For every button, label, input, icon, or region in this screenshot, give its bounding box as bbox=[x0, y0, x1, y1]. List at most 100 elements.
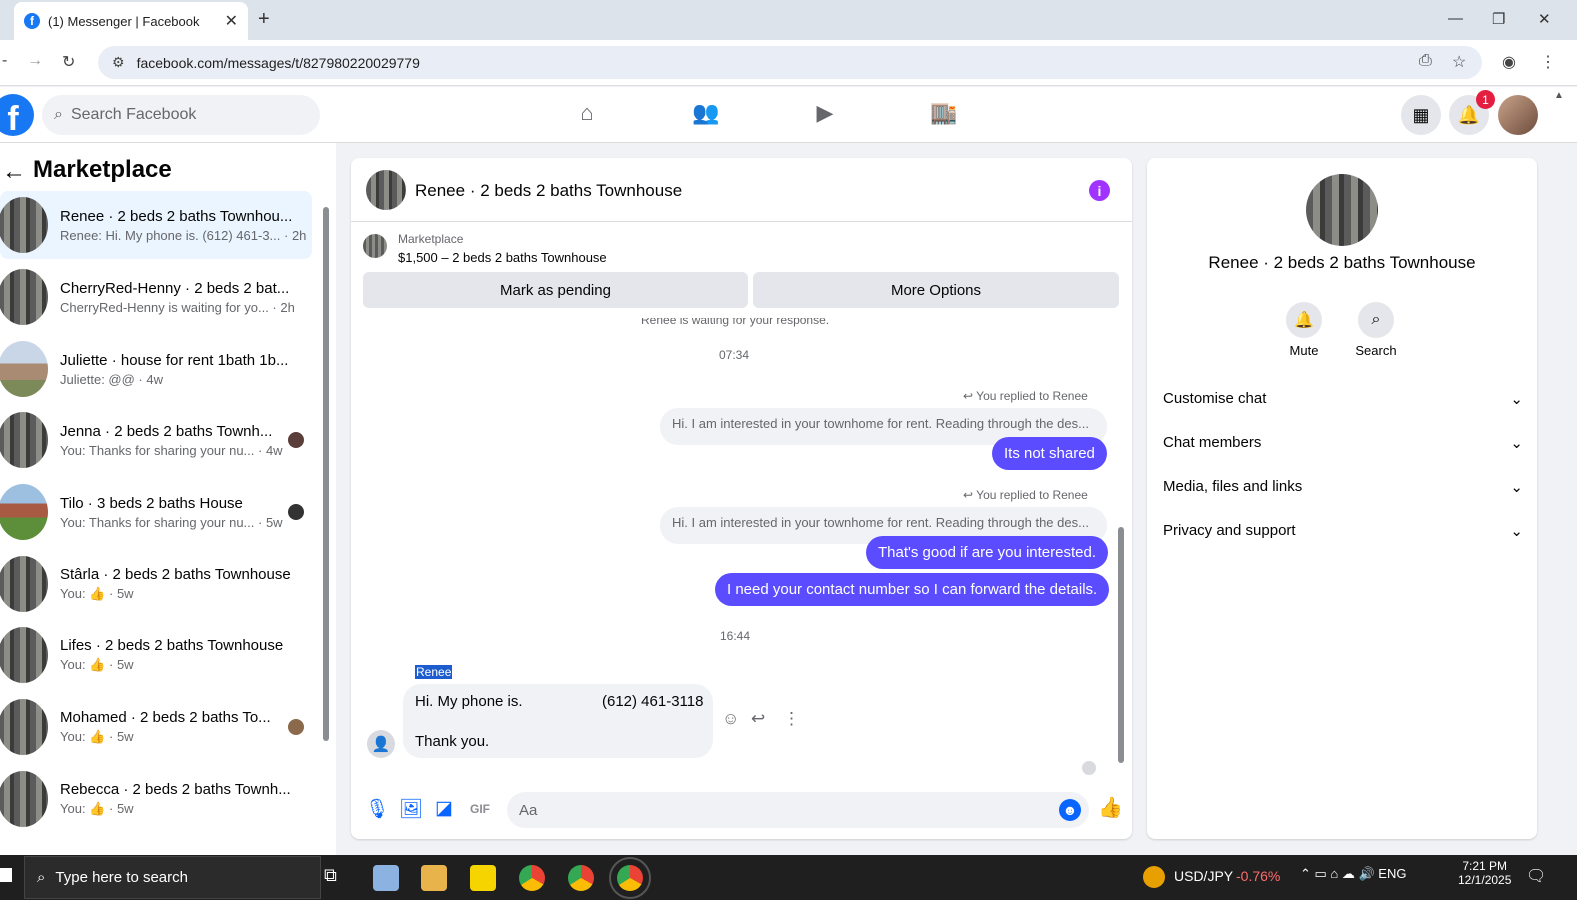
conversation-item[interactable]: Rebecca · 2 beds 2 baths Townh... You: 👍 … bbox=[0, 765, 312, 833]
sticky-notes-icon[interactable] bbox=[470, 865, 496, 891]
chrome-icon[interactable] bbox=[568, 865, 594, 891]
emoji-icon[interactable]: ☻ bbox=[1059, 799, 1081, 821]
window-close-icon[interactable]: ✕ bbox=[1538, 10, 1551, 28]
conversation-avatar bbox=[0, 771, 48, 827]
conversation-preview: You: 👍 · 5w bbox=[60, 801, 134, 816]
conversation-item[interactable]: Juliette · house for rent 1bath 1b... Jul… bbox=[0, 335, 312, 403]
site-settings-icon[interactable]: ⚙ bbox=[112, 54, 125, 71]
chevron-down-icon: ⌄ bbox=[1510, 435, 1523, 452]
search-icon: ⌕ bbox=[54, 106, 63, 123]
system-tray[interactable]: ⌃ ▭ ⌂ ☁ 🔊 ENG bbox=[1300, 866, 1406, 882]
language-indicator: ENG bbox=[1378, 866, 1407, 881]
reply-icon: ↩ bbox=[963, 389, 977, 403]
reload-icon[interactable]: ↻ bbox=[62, 52, 75, 72]
chat-members-row[interactable]: Chat members ⌄ bbox=[1163, 434, 1523, 452]
notification-center-icon[interactable]: 🗨 bbox=[1526, 866, 1546, 886]
app-icon[interactable] bbox=[373, 865, 399, 891]
sent-message[interactable]: Its not shared bbox=[992, 437, 1107, 470]
customise-chat-row[interactable]: Customise chat ⌄ bbox=[1163, 390, 1523, 408]
received-message[interactable]: Hi. My phone is. (612) 461-3118 Thank yo… bbox=[403, 684, 713, 758]
ticker-label[interactable]: USD/JPY bbox=[1174, 868, 1233, 884]
chrome-icon[interactable] bbox=[519, 865, 545, 891]
page-scroll-up-icon[interactable]: ▲ bbox=[1554, 90, 1564, 101]
message-input[interactable]: Aa bbox=[507, 792, 1089, 828]
file-explorer-icon[interactable] bbox=[421, 865, 447, 891]
mark-as-pending-button[interactable]: Mark as pending bbox=[363, 272, 748, 308]
media-files-links-row[interactable]: Media, files and links ⌄ bbox=[1163, 478, 1523, 496]
task-view-icon[interactable]: ⧉ bbox=[324, 865, 350, 891]
chrome-active-icon[interactable] bbox=[609, 857, 651, 899]
listing-label: Marketplace bbox=[398, 232, 464, 246]
conversation-item[interactable]: Renee · 2 beds 2 baths Townhou... Renee: … bbox=[0, 191, 312, 259]
conversation-item[interactable]: CherryRed-Henny · 2 beds 2 bat... CherryR… bbox=[0, 263, 312, 331]
start-icon[interactable] bbox=[0, 868, 12, 882]
install-app-icon[interactable]: ⎙ bbox=[1419, 52, 1432, 70]
sticker-icon[interactable]: ◪ bbox=[435, 797, 453, 820]
conversation-preview: CherryRed-Henny is waiting for yo... · 2… bbox=[60, 299, 295, 315]
conversation-item[interactable]: Tilo · 3 beds 2 baths House You: Thanks f… bbox=[0, 478, 312, 546]
chevron-down-icon: ⌄ bbox=[1510, 523, 1523, 540]
address-bar[interactable]: ⚙ facebook.com/messages/t/82798022002977… bbox=[98, 46, 1482, 79]
minimize-icon[interactable]: — bbox=[1448, 10, 1463, 27]
conversation-list-scrollbar[interactable] bbox=[322, 195, 330, 845]
waiting-note: Renee is waiting for your response. bbox=[641, 318, 830, 327]
message-text: Thank you. bbox=[415, 733, 490, 750]
sent-message[interactable]: I need your contact number so I can forw… bbox=[715, 573, 1110, 606]
browser-tab[interactable]: f (1) Messenger | Facebook ✕ bbox=[14, 2, 248, 40]
conversation-name: Tilo · 3 beds 2 baths House bbox=[60, 494, 243, 512]
chat-avatar[interactable] bbox=[366, 170, 406, 210]
facebook-favicon-icon: f bbox=[24, 13, 40, 29]
photo-icon[interactable]: 🖼 bbox=[399, 797, 423, 821]
browser-menu-icon[interactable]: ⋮ bbox=[1540, 52, 1556, 72]
microphone-icon[interactable]: 🎙 bbox=[365, 797, 389, 821]
menu-grid-icon[interactable]: ▦ bbox=[1401, 95, 1441, 135]
privacy-support-row[interactable]: Privacy and support ⌄ bbox=[1163, 522, 1523, 540]
sender-name: Renee bbox=[415, 665, 453, 679]
back-icon[interactable]: - bbox=[2, 52, 7, 70]
new-tab-icon[interactable]: + bbox=[258, 8, 270, 31]
listing-thumbnail[interactable] bbox=[363, 234, 387, 258]
taskbar-search[interactable]: ⌕ Type here to search bbox=[24, 856, 321, 899]
close-tab-icon[interactable]: ✕ bbox=[225, 11, 238, 31]
restore-icon[interactable]: ❐ bbox=[1492, 10, 1505, 28]
bookmark-star-icon[interactable]: ☆ bbox=[1452, 52, 1466, 72]
friends-icon[interactable]: 👥 bbox=[691, 100, 721, 130]
profile-icon[interactable]: ◉ bbox=[1502, 52, 1516, 72]
mute-bell-icon[interactable]: 🔔 bbox=[1286, 302, 1322, 338]
back-arrow-icon[interactable]: ← bbox=[2, 158, 26, 186]
chat-title[interactable]: Renee · 2 beds 2 baths Townhouse bbox=[415, 181, 682, 201]
sent-message[interactable]: That's good if are you interested. bbox=[866, 536, 1108, 569]
seen-avatar bbox=[288, 719, 304, 735]
info-icon[interactable]: i bbox=[1089, 180, 1110, 201]
conversation-item[interactable]: Lifes · 2 beds 2 baths Townhouse You: 👍 ·… bbox=[0, 621, 312, 689]
react-icon[interactable]: ☺ bbox=[722, 709, 739, 729]
ticker-change: -0.76% bbox=[1236, 868, 1281, 884]
facebook-search-input[interactable]: ⌕ Search Facebook bbox=[42, 95, 320, 135]
conversation-name: Jenna · 2 beds 2 baths Townh... bbox=[60, 422, 273, 440]
conversation-preview: You: Thanks for sharing your nu... · 4w bbox=[60, 442, 283, 458]
more-icon[interactable]: ⋮ bbox=[783, 709, 800, 729]
conversation-preview: You: 👍 · 5w bbox=[60, 729, 134, 744]
listing-price[interactable]: $1,500 – 2 beds 2 baths Townhouse bbox=[398, 250, 607, 265]
conversation-item[interactable]: Stârla · 2 beds 2 baths Townhouse You: 👍 … bbox=[0, 550, 312, 618]
video-icon[interactable]: ▶ bbox=[810, 100, 840, 130]
gif-icon[interactable]: GIF bbox=[470, 802, 490, 816]
home-icon[interactable]: ⌂ bbox=[572, 100, 602, 130]
clock[interactable]: 7:21 PM 12/1/2025 bbox=[1458, 859, 1511, 887]
account-avatar[interactable] bbox=[1498, 95, 1538, 135]
search-icon[interactable]: ⌕ bbox=[1358, 302, 1394, 338]
forward-icon[interactable]: → bbox=[27, 52, 43, 70]
seen-indicator-icon bbox=[1082, 761, 1096, 775]
conversation-item[interactable]: Mohamed · 2 beds 2 baths To... You: 👍 · 5… bbox=[0, 693, 312, 761]
profile-picture[interactable] bbox=[1306, 174, 1378, 246]
thumbs-up-icon: 👍 bbox=[89, 729, 106, 744]
reply-icon[interactable]: ↩ bbox=[751, 709, 765, 729]
conversation-item[interactable]: Jenna · 2 beds 2 baths Townh... You: Than… bbox=[0, 406, 312, 474]
like-thumbs-up-icon[interactable]: 👍 bbox=[1098, 795, 1123, 820]
chevron-down-icon: ⌄ bbox=[1510, 479, 1523, 496]
marketplace-icon[interactable]: 🏬 bbox=[929, 100, 959, 130]
profile-name: Renee · 2 beds 2 baths Townhouse bbox=[1208, 253, 1476, 272]
chat-scrollbar[interactable] bbox=[1116, 322, 1126, 776]
sender-avatar-icon[interactable]: 👤 bbox=[367, 730, 395, 758]
more-options-button[interactable]: More Options bbox=[753, 272, 1119, 308]
